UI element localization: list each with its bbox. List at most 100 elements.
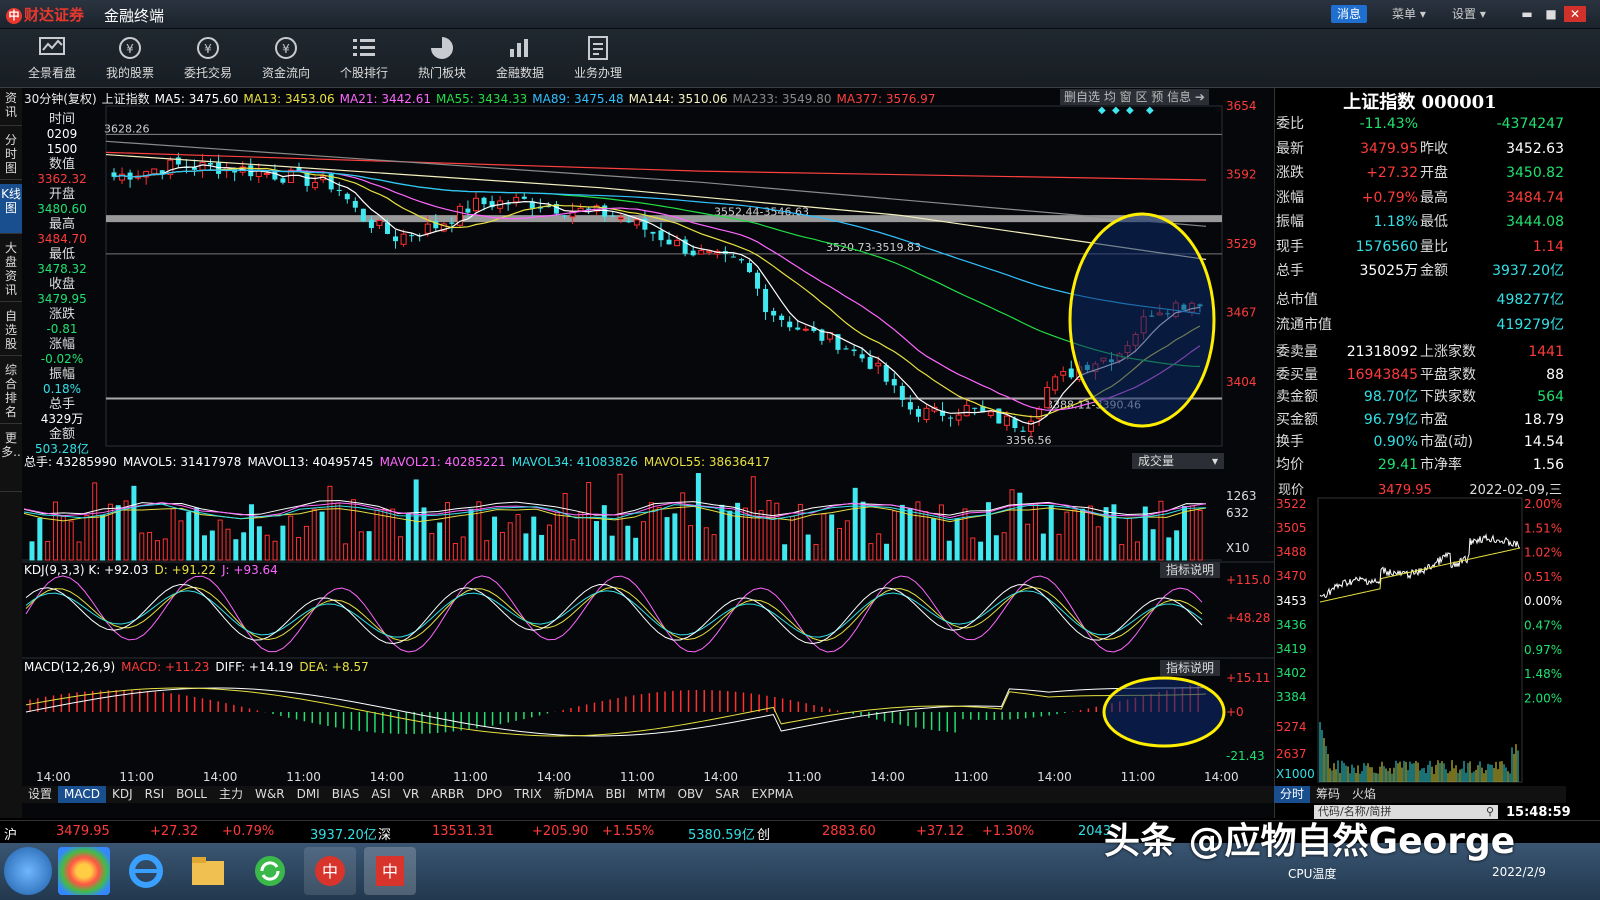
volume-bar (735, 502, 741, 561)
maximize-icon[interactable]: ■ (1540, 6, 1562, 22)
indicator-value: D: +91.22 (154, 563, 217, 577)
caida-terminal-icon[interactable]: 中 (364, 847, 416, 895)
quote-label: 买金额 (1276, 411, 1318, 428)
search-icon[interactable]: ⚲ (1486, 805, 1494, 819)
mini-pct-tick: 2.00% (1524, 691, 1562, 705)
indicator-tab[interactable]: EXPMA (746, 786, 800, 803)
start-button-icon[interactable] (4, 847, 52, 895)
mini-tab[interactable]: 筹码 (1310, 786, 1346, 803)
indicator-tab[interactable]: ARBR (425, 786, 470, 803)
volume-bar (452, 542, 458, 561)
moving-average-line (113, 169, 1201, 368)
volume-bar (60, 516, 66, 561)
indicator-tab[interactable]: DPO (470, 786, 508, 803)
quote-row[interactable]: 买金额 96.79亿 市盈 18.79 (1276, 408, 1564, 432)
kdj-help-button[interactable]: 指标说明 (1160, 562, 1221, 578)
quote-row[interactable]: 涨幅 +0.79% 最高 3484.74 (1276, 186, 1564, 210)
indicator-tab[interactable]: 新DMA (548, 786, 600, 803)
indicator-tab[interactable]: BBI (600, 786, 632, 803)
indicator-tab[interactable]: ASI (365, 786, 396, 803)
quote-row[interactable]: 流通市值 419279亿 (1276, 313, 1564, 337)
indicator-tab[interactable]: OBV (672, 786, 710, 803)
indicator-tab[interactable]: MACD (58, 786, 106, 803)
indicator-settings-button[interactable]: 设置 (22, 786, 58, 803)
quote-value: 29.41 (1377, 456, 1418, 473)
macd-help-button[interactable]: 指标说明 (1160, 660, 1221, 676)
indicator-tab[interactable]: W&R (249, 786, 291, 803)
chart-tools[interactable]: 删自选 均 窗 区 预 信息 ➔ (1060, 89, 1209, 105)
quote-row[interactable]: 换手 0.90% 市盈(动) 14.54 (1276, 430, 1564, 454)
indicator-tab[interactable]: MTM (632, 786, 672, 803)
minimize-icon[interactable]: ▬ (1516, 6, 1538, 22)
messages-button[interactable]: 消息 (1331, 5, 1368, 23)
volume-bar (209, 530, 215, 561)
quote-row[interactable]: 总市值 498277亿 (1276, 288, 1564, 312)
quote-row[interactable]: 委比 -11.43% -4374247 (1276, 112, 1564, 136)
candle-body (730, 256, 736, 258)
quote-label: 委买量 (1276, 366, 1318, 383)
indicator-value: MAVOL13: 40495745 (247, 455, 374, 469)
quote-row[interactable]: 振幅 1.18% 最低 3444.08 (1276, 210, 1564, 234)
refresh-app-icon[interactable] (244, 847, 296, 895)
quote-row[interactable]: 最新 3479.95 昨收 3452.63 (1276, 137, 1564, 161)
cpu-temperature[interactable]: CPU温度 (1288, 865, 1336, 882)
volume-bar (993, 535, 999, 561)
candle-body (674, 239, 681, 247)
period-label[interactable]: 30分钟(复权) (24, 92, 97, 106)
close-icon[interactable]: ✕ (1564, 6, 1586, 22)
indicator-tab[interactable]: DMI (291, 786, 326, 803)
volume-bar (680, 492, 686, 561)
quote-row[interactable]: 卖金额 98.70亿 下跌家数 564 (1276, 385, 1564, 409)
app-pinwheel-icon[interactable] (58, 847, 110, 895)
volume-bar (115, 505, 121, 561)
candle-body (216, 162, 222, 174)
quote-title: 上证指数 000001 (1343, 92, 1497, 113)
indicator-tab[interactable]: RSI (139, 786, 171, 803)
mini-pct-tick: 1.51% (1524, 521, 1562, 535)
volume-select[interactable]: 成交量 ▾ (1132, 453, 1224, 469)
time-tick-label: 11:00 (119, 770, 154, 784)
chart-tools-label[interactable]: 删自选 均 窗 区 预 信息 (1064, 90, 1191, 104)
indicator-tab[interactable]: 主力 (213, 786, 249, 803)
quote-row[interactable]: 涨跌 +27.32 开盘 3450.82 (1276, 161, 1564, 185)
volume-bar (1134, 541, 1140, 561)
volume-bar (492, 516, 498, 561)
caida-app-icon[interactable]: 中 (304, 847, 356, 895)
code-search-box[interactable]: 代码/名称/简拼 ⚲ (1314, 805, 1498, 819)
volume-bar (852, 487, 858, 561)
candle-body (1028, 420, 1035, 432)
ie-browser-icon[interactable] (120, 847, 172, 895)
candle-body (336, 189, 342, 192)
candle-body (175, 157, 181, 165)
arrow-right-icon[interactable]: ➔ (1195, 90, 1205, 104)
quote-label: 市盈 (1420, 411, 1448, 428)
folder-icon[interactable] (182, 847, 234, 895)
quote-row[interactable]: 委卖量 21318092 上涨家数 1441 (1276, 340, 1564, 364)
quote-row[interactable]: 现手 1576560 量比 1.14 (1276, 235, 1564, 259)
indicator-tab[interactable]: SAR (709, 786, 745, 803)
quote-row[interactable]: 委买量 16943845 平盘家数 88 (1276, 363, 1564, 387)
volume-bar (546, 524, 552, 561)
indicator-tab[interactable]: BOLL (170, 786, 213, 803)
menu-button[interactable]: 菜单 ▾ (1386, 5, 1432, 23)
indicator-tab[interactable]: KDJ (106, 786, 139, 803)
info-value: -0.81 (46, 322, 78, 336)
indicator-tab[interactable]: BIAS (326, 786, 366, 803)
volume-bar (1087, 505, 1093, 561)
candle-body (360, 208, 366, 222)
status-value: 3479.95 (56, 824, 110, 839)
mini-tab[interactable]: 分时 (1274, 786, 1311, 803)
taskbar-date[interactable]: 2022/2/9 (1492, 865, 1546, 879)
quote-row[interactable]: 均价 29.41 市净率 1.56 (1276, 453, 1564, 477)
volume-bar (523, 533, 529, 561)
indicator-tab[interactable]: TRIX (508, 786, 547, 803)
status-value: 深 (378, 828, 392, 843)
mini-tab[interactable]: 火焰 (1346, 786, 1382, 803)
chevron-down-icon: ▾ (1479, 7, 1486, 21)
candle-body (280, 178, 286, 183)
indicator-tab[interactable]: VR (397, 786, 426, 803)
candle-body (666, 239, 672, 245)
settings-button[interactable]: 设置 ▾ (1446, 5, 1492, 23)
volume-bar (1189, 505, 1195, 561)
quote-row[interactable]: 总手 35025万 金额 3937.20亿 (1276, 259, 1564, 283)
